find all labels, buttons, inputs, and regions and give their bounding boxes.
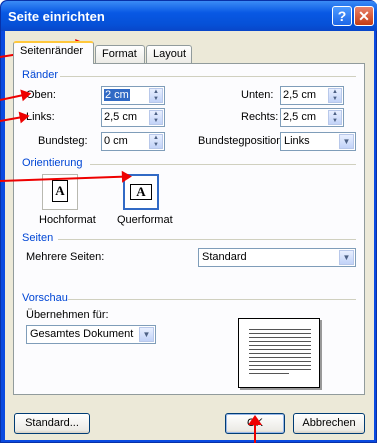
dialog-title: Seite einrichten: [8, 9, 105, 24]
bottom-margin-label: Unten:: [241, 89, 274, 101]
close-icon[interactable]: ✕: [354, 6, 374, 26]
dropdown-arrow-icon[interactable]: ▼: [339, 250, 354, 265]
spin-arrows-icon[interactable]: ▲ ▼: [149, 110, 163, 125]
gutter-position-select[interactable]: Links ▼: [280, 132, 356, 151]
group-divider: [90, 164, 356, 165]
tab-layout[interactable]: Layout: [146, 45, 192, 63]
tab-panel: Ränder Oben: 2 cm ▲ ▼ Unten: 2,5 cm ▲ ▼ Li…: [13, 63, 365, 395]
group-divider: [58, 239, 356, 240]
bottom-margin-value: 2,5 cm: [283, 89, 317, 101]
left-margin-value: 2,5 cm: [104, 111, 138, 123]
pages-group-label: Seiten: [22, 232, 54, 244]
apply-to-select[interactable]: Gesamtes Dokument ▼: [26, 325, 156, 344]
margins-group-label: Ränder: [22, 69, 59, 81]
landscape-page-icon: A: [130, 184, 152, 200]
default-button[interactable]: Standard...: [14, 413, 90, 434]
preview-group-label: Vorschau: [22, 292, 68, 304]
help-icon[interactable]: ?: [332, 6, 352, 26]
cancel-button[interactable]: Abbrechen: [293, 413, 365, 434]
right-margin-label: Rechts:: [241, 111, 279, 123]
top-margin-value: 2 cm: [104, 89, 130, 101]
dropdown-arrow-icon[interactable]: ▼: [339, 134, 354, 149]
tab-format[interactable]: Format: [95, 45, 145, 63]
group-divider: [60, 76, 356, 77]
apply-to-value: Gesamtes Dokument: [30, 328, 134, 340]
orientation-group-label: Orientierung: [22, 157, 83, 169]
multiple-pages-select[interactable]: Standard ▼: [198, 248, 356, 267]
left-margin-field[interactable]: 2,5 cm ▲ ▼: [101, 108, 165, 127]
portrait-page-icon: A: [52, 180, 68, 202]
spin-arrows-icon[interactable]: ▲ ▼: [328, 110, 342, 125]
gutter-field[interactable]: 0 cm ▲ ▼: [101, 132, 165, 151]
spin-arrows-icon[interactable]: ▲ ▼: [149, 134, 163, 149]
apply-to-label: Übernehmen für:: [26, 309, 109, 321]
page-preview: [238, 318, 320, 388]
spin-arrows-icon[interactable]: ▲ ▼: [328, 88, 342, 103]
landscape-label: Querformat: [117, 214, 173, 226]
spin-arrows-icon[interactable]: ▲ ▼: [149, 88, 163, 103]
dialog-window: Seite einrichten ? ✕ Seitenränder Format…: [0, 0, 377, 443]
group-divider: [68, 299, 356, 300]
annotation-arrow: [248, 415, 262, 443]
top-margin-field[interactable]: 2 cm ▲ ▼: [101, 86, 165, 105]
right-margin-value: 2,5 cm: [283, 111, 317, 123]
gutter-position-value: Links: [284, 135, 310, 147]
dropdown-arrow-icon[interactable]: ▼: [139, 327, 154, 342]
gutter-value: 0 cm: [104, 135, 128, 147]
right-margin-field[interactable]: 2,5 cm ▲ ▼: [280, 108, 344, 127]
gutter-position-label: Bundstegposition:: [198, 135, 286, 147]
title-bar[interactable]: Seite einrichten ? ✕: [1, 1, 377, 31]
bottom-margin-field[interactable]: 2,5 cm ▲ ▼: [280, 86, 344, 105]
portrait-label: Hochformat: [39, 214, 96, 226]
multiple-pages-label: Mehrere Seiten:: [26, 251, 105, 263]
tab-seitenraender[interactable]: Seitenränder: [13, 41, 94, 64]
gutter-label: Bundsteg:: [38, 135, 88, 147]
multiple-pages-value: Standard: [202, 251, 247, 263]
dialog-client: Seitenränder Format Layout Ränder Oben: …: [5, 31, 374, 440]
